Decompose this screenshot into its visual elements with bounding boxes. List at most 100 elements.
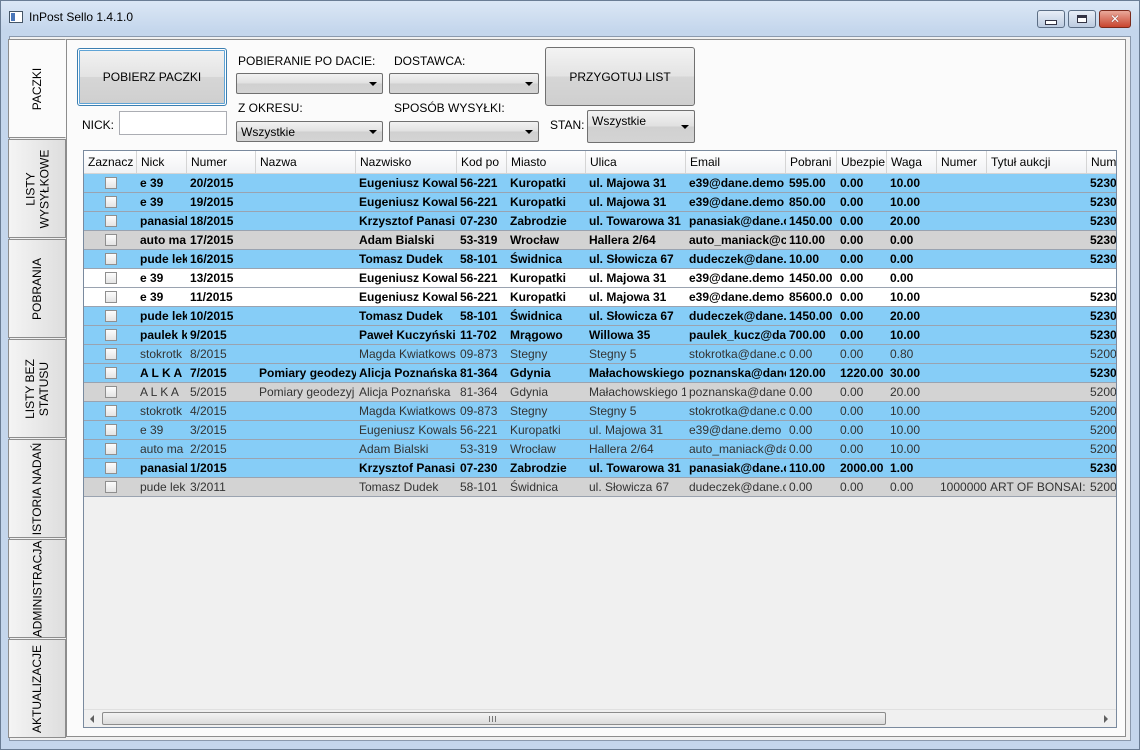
- table-cell: 20.00: [890, 309, 921, 323]
- table-cell: e 39: [140, 423, 164, 437]
- column-header[interactable]: Kod po: [457, 151, 507, 173]
- table-cell: A L K A: [140, 366, 183, 380]
- row-checkbox[interactable]: [105, 405, 117, 417]
- row-checkbox[interactable]: [105, 443, 117, 455]
- column-header[interactable]: Nazwisko: [356, 151, 457, 173]
- table-cell: 56-221: [460, 195, 498, 209]
- table-cell: 595.00: [789, 176, 826, 190]
- tab-historia-nadan[interactable]: ISTORIA NADAŃ: [8, 439, 66, 538]
- row-checkbox[interactable]: [105, 272, 117, 284]
- row-checkbox[interactable]: [105, 253, 117, 265]
- table-row[interactable]: e 39 19/2015 Eugeniusz Kowal 56-221 Kuropatk…: [84, 193, 1116, 212]
- row-checkbox[interactable]: [105, 234, 117, 246]
- scroll-thumb[interactable]: [102, 712, 886, 725]
- tab-pobrania[interactable]: POBRANIA: [8, 239, 66, 338]
- period-combobox[interactable]: Wszystkie: [236, 121, 383, 142]
- table-row[interactable]: pude lek 16/2015 Tomasz Dudek 58-101 Świdnic…: [84, 250, 1117, 269]
- table-cell: [987, 174, 1087, 192]
- column-header[interactable]: Numer: [937, 151, 987, 173]
- row-checkbox[interactable]: [105, 462, 117, 474]
- table-cell: [256, 174, 356, 192]
- column-header[interactable]: Miasto: [507, 151, 586, 173]
- column-header[interactable]: Email: [686, 151, 786, 173]
- table-row[interactable]: pude lek 3/2011 Tomasz Dudek 58-101 Świdnica…: [84, 478, 1116, 497]
- tab-aktualizacje[interactable]: AKTUALIZACJE: [8, 639, 66, 738]
- tab-administracja[interactable]: ADMINISTRACJA: [8, 539, 66, 638]
- row-checkbox[interactable]: [105, 310, 117, 322]
- column-header[interactable]: Waga: [887, 151, 937, 173]
- horizontal-scrollbar[interactable]: [84, 709, 1116, 727]
- shipping-combobox[interactable]: [389, 121, 539, 142]
- fetch-packages-button[interactable]: POBIERZ PACZKI: [77, 48, 227, 106]
- date-combobox[interactable]: [236, 73, 383, 94]
- row-checkbox[interactable]: [105, 215, 117, 227]
- table-row[interactable]: stokrotk 8/2015 Magda Kwiatkows 09-873 Stegn…: [84, 345, 1116, 364]
- column-header[interactable]: Ubezpie: [837, 151, 887, 173]
- table-cell: [937, 269, 987, 287]
- table-row[interactable]: auto ma 2/2015 Adam Bialski 53-319 Wrocław Ha…: [84, 440, 1116, 459]
- table-row[interactable]: A L K A 5/2015 Pomiary geodezyj Alicja Pozn…: [84, 383, 1116, 402]
- state-combobox[interactable]: Wszystkie: [587, 110, 695, 143]
- table-row[interactable]: stokrotk 4/2015 Magda Kwiatkows 09-873 Stegn…: [84, 402, 1116, 421]
- column-header[interactable]: Pobrani: [786, 151, 837, 173]
- table-cell: 18/2015: [190, 214, 234, 228]
- title-bar[interactable]: InPost Sello 1.4.1.0 ✕: [1, 1, 1139, 34]
- table-row[interactable]: panasiak 18/2015 Krzysztof Panasi 07-230 Zab…: [84, 212, 1117, 231]
- table-cell: [987, 421, 1087, 439]
- table-cell: Hallera 2/64: [589, 233, 656, 247]
- row-checkbox[interactable]: [105, 196, 117, 208]
- table-cell: 120.00: [789, 366, 826, 380]
- prepare-list-button[interactable]: PRZYGOTUJ LIST: [545, 47, 695, 106]
- table-cell: 5230: [1090, 252, 1117, 266]
- close-button[interactable]: ✕: [1099, 10, 1131, 28]
- row-checkbox[interactable]: [105, 348, 117, 360]
- table-cell: 8/2015: [190, 347, 227, 361]
- scroll-right-icon[interactable]: [1104, 715, 1108, 723]
- table-row[interactable]: e 39 3/2015 Eugeniusz Kowals 56-221 Kuropatk…: [84, 421, 1116, 440]
- tab-listy-bez-statusu[interactable]: LISTY BEZ STATUSU: [8, 339, 66, 438]
- table-cell: 5230: [1090, 214, 1117, 228]
- table-row[interactable]: panasiak 1/2015 Krzysztof Panasi 07-230 Zabr…: [84, 459, 1116, 478]
- column-header[interactable]: Num: [1087, 151, 1116, 173]
- column-header[interactable]: Nick: [137, 151, 187, 173]
- table-cell: 3/2011: [190, 480, 226, 494]
- scroll-left-icon[interactable]: [90, 715, 94, 723]
- table-cell: ul. Słowicza 67: [589, 309, 674, 323]
- row-checkbox[interactable]: [105, 481, 117, 493]
- supplier-combobox[interactable]: [389, 73, 539, 94]
- row-checkbox[interactable]: [105, 291, 117, 303]
- table-cell: Małachowskiego: [589, 366, 685, 380]
- row-checkbox[interactable]: [105, 329, 117, 341]
- tab-listy-wysylkowe[interactable]: LISTY WYSYŁKOWE: [8, 139, 66, 238]
- table-cell: [256, 193, 356, 211]
- column-header[interactable]: Zaznacz: [84, 151, 137, 173]
- minimize-button[interactable]: [1037, 10, 1065, 28]
- table-row[interactable]: e 39 13/2015 Eugeniusz Kowal 56-221 Kuropatk…: [84, 269, 1116, 288]
- table-cell: [937, 307, 987, 325]
- table-cell: 58-101: [460, 480, 498, 494]
- table-cell: [256, 288, 356, 306]
- column-header[interactable]: Tytuł aukcji: [987, 151, 1087, 173]
- table-cell: Eugeniusz Kowals: [359, 423, 457, 437]
- maximize-button[interactable]: [1068, 10, 1096, 28]
- table-row[interactable]: paulek k 9/2015 Paweł Kuczyński 11-702 Mrągo…: [84, 326, 1116, 345]
- table-row[interactable]: auto ma 17/2015 Adam Bialski 53-319 Wrocław H…: [84, 231, 1116, 250]
- row-checkbox[interactable]: [105, 177, 117, 189]
- row-checkbox[interactable]: [105, 424, 117, 436]
- nick-input[interactable]: [119, 111, 227, 135]
- row-checkbox[interactable]: [105, 386, 117, 398]
- table-cell: ul. Słowicza 67: [589, 252, 674, 266]
- row-checkbox[interactable]: [105, 367, 117, 379]
- packages-table[interactable]: Zaznacz Nick Numer Nazwa Nazwisko Kod po Miast…: [83, 150, 1117, 728]
- table-cell: 0.00: [890, 233, 914, 247]
- table-row[interactable]: e 39 20/2015 Eugeniusz Kowal 56-221 Kuropatk…: [84, 174, 1116, 193]
- column-header[interactable]: Nazwa: [256, 151, 356, 173]
- tab-paczki[interactable]: PACZKI: [8, 39, 66, 138]
- column-header[interactable]: Numer: [187, 151, 256, 173]
- table-row[interactable]: A L K A 7/2015 Pomiary geodezy Alicja Pozna…: [84, 364, 1116, 383]
- column-header[interactable]: Ulica: [586, 151, 686, 173]
- table-row[interactable]: pude lek 10/2015 Tomasz Dudek 58-101 Świdnic…: [84, 307, 1116, 326]
- table-row[interactable]: e 39 11/2015 Eugeniusz Kowal 56-221 Kuropatk…: [84, 288, 1116, 307]
- table-cell: poznanska@dane: [689, 366, 786, 380]
- table-cell: [256, 345, 356, 363]
